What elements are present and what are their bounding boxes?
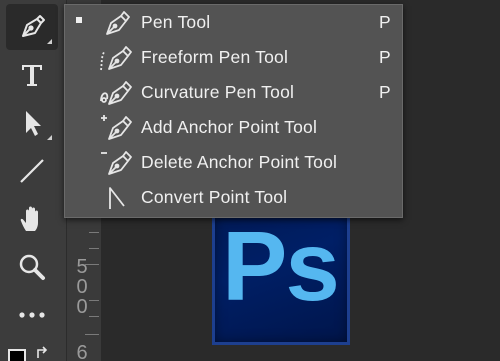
pen-icon: [22, 15, 45, 37]
convert-point-icon: [109, 187, 125, 209]
menu-item-label: Pen Tool: [141, 12, 211, 32]
type-icon: [22, 65, 42, 86]
hand-icon: [20, 206, 38, 231]
more-tools-button[interactable]: [6, 292, 58, 338]
pen-tool-button[interactable]: [6, 4, 58, 50]
menu-item-shortcut: P: [379, 12, 391, 32]
menu-item-curvature-pen-tool[interactable]: Curvature Pen Tool P: [65, 75, 402, 110]
menu-item-label: Freeform Pen Tool: [141, 47, 289, 67]
arrow-icon: [26, 111, 41, 136]
menu-item-pen-tool[interactable]: Pen Tool P: [65, 5, 402, 40]
swap-colors-icon[interactable]: [36, 346, 50, 360]
path-selection-tool-button[interactable]: [6, 100, 58, 146]
menu-item-label: Add Anchor Point Tool: [141, 117, 318, 137]
flyout-indicator-icon: [47, 135, 52, 140]
photoshop-logo: Ps: [212, 211, 350, 345]
pen-tools-flyout-menu: Pen Tool P Freeform Pen Tool P Curvature…: [64, 4, 403, 218]
ruler-digit: 0: [76, 296, 88, 318]
curvature-pen-icon: [100, 81, 132, 105]
line-tool-button[interactable]: [6, 148, 58, 194]
pen-icon: [106, 11, 130, 35]
menu-item-add-anchor-point-tool[interactable]: Add Anchor Point Tool: [65, 110, 402, 145]
foreground-color-swatch[interactable]: [8, 349, 26, 361]
menu-item-label: Convert Point Tool: [141, 187, 288, 207]
photoshop-workspace: 5 0 0 6 Ps Pen Tool P Freeform Pen Tool …: [0, 0, 500, 361]
menu-item-freeform-pen-tool[interactable]: Freeform Pen Tool P: [65, 40, 402, 75]
line-icon: [20, 159, 44, 183]
hand-tool-button[interactable]: [6, 196, 58, 242]
flyout-indicator-icon: [47, 39, 52, 44]
zoom-tool-button[interactable]: [6, 244, 58, 290]
freeform-pen-icon: [100, 46, 132, 71]
menu-item-delete-anchor-point-tool[interactable]: Delete Anchor Point Tool: [65, 145, 402, 180]
logo-text: Ps: [222, 211, 340, 321]
menu-item-label: Curvature Pen Tool: [141, 82, 295, 102]
menu-item-convert-point-tool[interactable]: Convert Point Tool: [65, 180, 402, 215]
tools-panel: [0, 0, 66, 361]
magnifier-icon: [19, 254, 45, 280]
type-tool-button[interactable]: [6, 52, 58, 98]
add-anchor-point-icon: [101, 115, 132, 140]
delete-anchor-point-icon: [101, 151, 132, 175]
selected-indicator-icon: [76, 17, 82, 23]
ellipsis-icon: [19, 312, 45, 318]
ruler-digit: 6: [76, 342, 88, 361]
menu-item-shortcut: P: [379, 47, 391, 67]
menu-item-shortcut: P: [379, 82, 391, 102]
menu-item-label: Delete Anchor Point Tool: [141, 152, 338, 172]
